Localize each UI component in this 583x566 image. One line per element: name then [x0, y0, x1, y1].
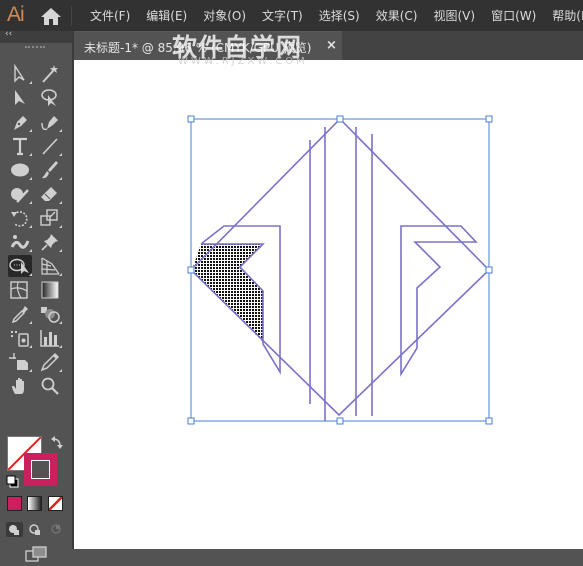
menu-object[interactable]: 对象(O) [193, 7, 252, 24]
tool-group-indicator [59, 249, 62, 252]
right-bracket-outline[interactable] [400, 225, 478, 377]
swap-fill-stroke-icon[interactable] [51, 435, 63, 449]
menu-edit[interactable]: 编辑(E) [136, 7, 193, 24]
resize-handle-bottom[interactable] [336, 417, 344, 425]
none-mode-button[interactable] [48, 496, 63, 511]
eyedropper-tool[interactable] [8, 303, 32, 325]
tool-group-indicator [59, 225, 62, 228]
hand-tool[interactable] [8, 375, 32, 397]
eraser-tool[interactable] [38, 183, 62, 205]
artwork[interactable] [74, 60, 583, 549]
tool-group-indicator [59, 153, 62, 156]
lasso-tool[interactable] [38, 87, 62, 109]
watermark-url: WWW.RJZXW.COM [178, 56, 308, 67]
blend-tool[interactable] [38, 303, 62, 325]
tools-panel-header[interactable]: ‹‹ [0, 29, 72, 43]
rotate-tool[interactable] [8, 207, 32, 229]
tools-panel: ‹‹ [0, 29, 74, 562]
column-graph-tool[interactable] [38, 327, 62, 349]
menu-help[interactable]: 帮助(H) [542, 7, 583, 24]
tool-group-indicator [59, 273, 62, 276]
tool-group-indicator [29, 129, 32, 132]
mesh-tool[interactable] [8, 279, 32, 301]
tool-group-indicator [59, 201, 62, 204]
tool-group-indicator [29, 81, 32, 84]
panel-grip[interactable] [25, 46, 45, 51]
magic-wand-tool[interactable] [38, 63, 62, 85]
artboard-tool[interactable] [8, 351, 32, 373]
color-mode-button[interactable] [7, 496, 22, 511]
menu-select[interactable]: 选择(S) [309, 7, 366, 24]
screen-mode-icon[interactable] [25, 546, 47, 562]
tool-group-indicator [29, 201, 32, 204]
paintbrush-tool[interactable] [38, 159, 62, 181]
tool-group-indicator [29, 249, 32, 252]
menu-effect[interactable]: 效果(C) [366, 7, 424, 24]
draw-normal-icon[interactable] [6, 522, 23, 537]
resize-handle-left[interactable] [187, 266, 195, 274]
gradient-tool[interactable] [38, 279, 62, 301]
curvature-tool[interactable] [38, 111, 62, 133]
menu-view[interactable]: 视图(V) [423, 7, 481, 24]
direct-selection-tool[interactable] [8, 63, 32, 85]
menu-window[interactable]: 窗口(W) [481, 7, 542, 24]
symbol-sprayer-tool[interactable] [8, 327, 32, 349]
stroke-swatch-inner [31, 460, 50, 479]
slice-tool[interactable] [38, 351, 62, 373]
tool-group-indicator [29, 153, 32, 156]
resize-handle-top-left[interactable] [187, 115, 195, 123]
app-logo: Ai [7, 3, 25, 26]
shape-builder-tool[interactable] [8, 255, 32, 277]
pin-tool[interactable] [38, 231, 62, 253]
document-tab-bar: 未标题-1* @ 85.96 % (CMYK/GPU 预览) × [74, 31, 583, 61]
magnifier-icon [38, 377, 62, 401]
scale-tool[interactable] [38, 207, 62, 229]
tool-group-indicator [59, 177, 62, 180]
menu-bar: Ai 文件(F) 编辑(E) 对象(O) 文字(T) 选择(S) 效果(C) 视… [0, 0, 583, 31]
close-icon[interactable]: × [326, 38, 337, 53]
tool-group-indicator [59, 129, 62, 132]
default-fill-stroke-icon[interactable] [6, 473, 19, 488]
draw-behind-icon[interactable] [27, 522, 44, 537]
resize-handle-bottom-right[interactable] [485, 417, 493, 425]
menu-file[interactable]: 文件(F) [80, 7, 136, 24]
ellipse-tool[interactable] [8, 159, 32, 181]
hand-icon [8, 378, 32, 401]
tool-group-indicator [29, 177, 32, 180]
home-icon[interactable] [40, 6, 62, 26]
tool-group-indicator [29, 225, 32, 228]
tool-group-indicator [29, 321, 32, 324]
tool-group-indicator [59, 345, 62, 348]
tool-group-indicator [59, 369, 62, 372]
tool-group-indicator [29, 345, 32, 348]
tool-group-indicator [29, 369, 32, 372]
puppet-warp-tool[interactable] [8, 231, 32, 253]
selection-tool[interactable] [8, 87, 32, 109]
zoom-tool[interactable] [38, 375, 62, 397]
draw-inside-icon[interactable] [48, 522, 65, 537]
line-segment-tool[interactable] [38, 135, 62, 157]
stroke-swatch[interactable] [24, 453, 57, 486]
resize-handle-top-right[interactable] [485, 115, 493, 123]
pen-tool[interactable] [8, 111, 32, 133]
tool-group-indicator [59, 321, 62, 324]
resize-handle-bottom-left[interactable] [187, 417, 195, 425]
resize-handle-right[interactable] [485, 266, 493, 274]
menu-type[interactable]: 文字(T) [252, 7, 309, 24]
gradient-mode-button[interactable] [27, 496, 42, 511]
collapse-icon[interactable]: ‹‹ [5, 29, 12, 39]
shaper-tool[interactable] [8, 183, 32, 205]
main-menu: 文件(F) 编辑(E) 对象(O) 文字(T) 选择(S) 效果(C) 视图(V… [80, 0, 583, 31]
menu-divider [71, 6, 72, 26]
resize-handle-top[interactable] [336, 115, 344, 123]
tool-group-indicator [29, 273, 32, 276]
canvas[interactable] [74, 60, 583, 549]
perspective-grid-tool[interactable] [38, 255, 62, 277]
type-tool[interactable] [8, 135, 32, 157]
